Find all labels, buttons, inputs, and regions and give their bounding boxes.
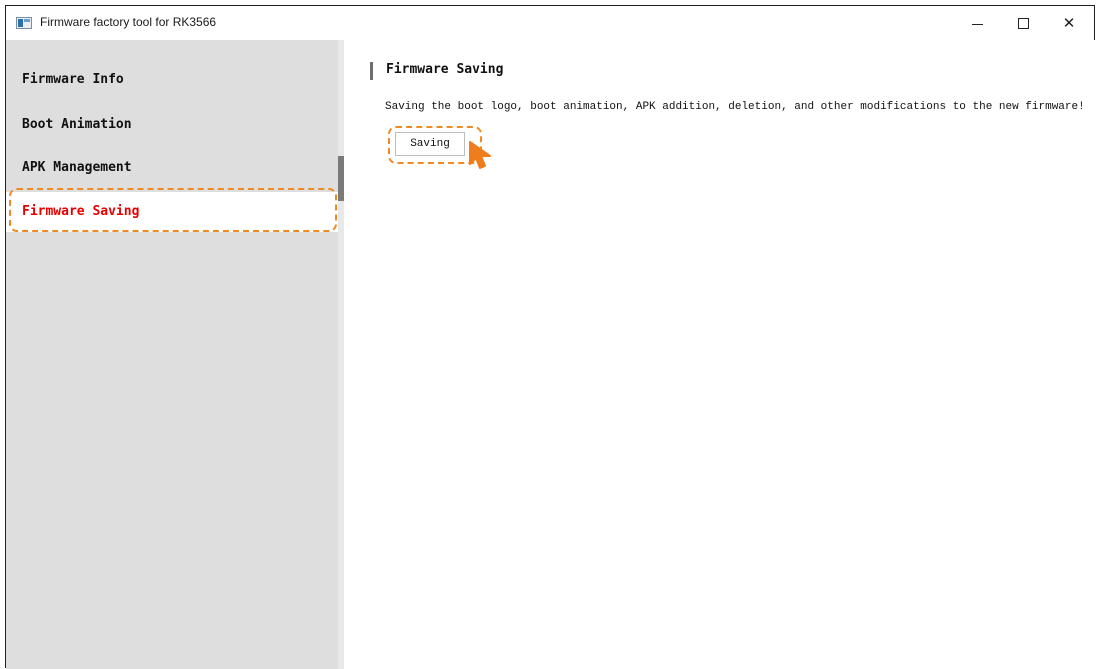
sidebar: Firmware Info Boot Animation APK Managem…: [6, 40, 344, 669]
sidebar-item-label: APK Management: [22, 160, 132, 175]
minimize-button[interactable]: [954, 6, 1000, 40]
sidebar-item-label: Boot Animation: [22, 117, 132, 132]
sidebar-item-firmware-saving[interactable]: Firmware Saving: [6, 192, 338, 232]
sidebar-item-firmware-info[interactable]: Firmware Info: [6, 60, 338, 100]
app-window: Firmware factory tool for RK3566 ✕ Firmw…: [5, 5, 1096, 669]
window-title: Firmware factory tool for RK3566: [40, 15, 217, 29]
maximize-button[interactable]: [1000, 6, 1046, 40]
maximize-icon: [1017, 17, 1029, 29]
sidebar-item-label: Firmware Info: [22, 72, 124, 87]
cursor-pointer-icon: [469, 141, 491, 169]
app-window-icon: [16, 17, 32, 29]
section-marker: [370, 62, 373, 80]
saving-button[interactable]: Saving: [395, 132, 465, 156]
sidebar-item-boot-animation[interactable]: Boot Animation: [6, 105, 338, 145]
close-icon: ✕: [1062, 14, 1076, 32]
section-description: Saving the boot logo, boot animation, AP…: [385, 101, 1085, 113]
main-panel: Firmware Saving Saving the boot logo, bo…: [344, 40, 1096, 669]
section-title: Firmware Saving: [386, 62, 504, 77]
sidebar-item-apk-management[interactable]: APK Management: [6, 148, 338, 188]
minimize-icon: [971, 23, 983, 25]
close-button[interactable]: ✕: [1046, 6, 1092, 40]
title-bar[interactable]: Firmware factory tool for RK3566 ✕: [6, 6, 1094, 40]
sidebar-item-label: Firmware Saving: [22, 204, 140, 219]
